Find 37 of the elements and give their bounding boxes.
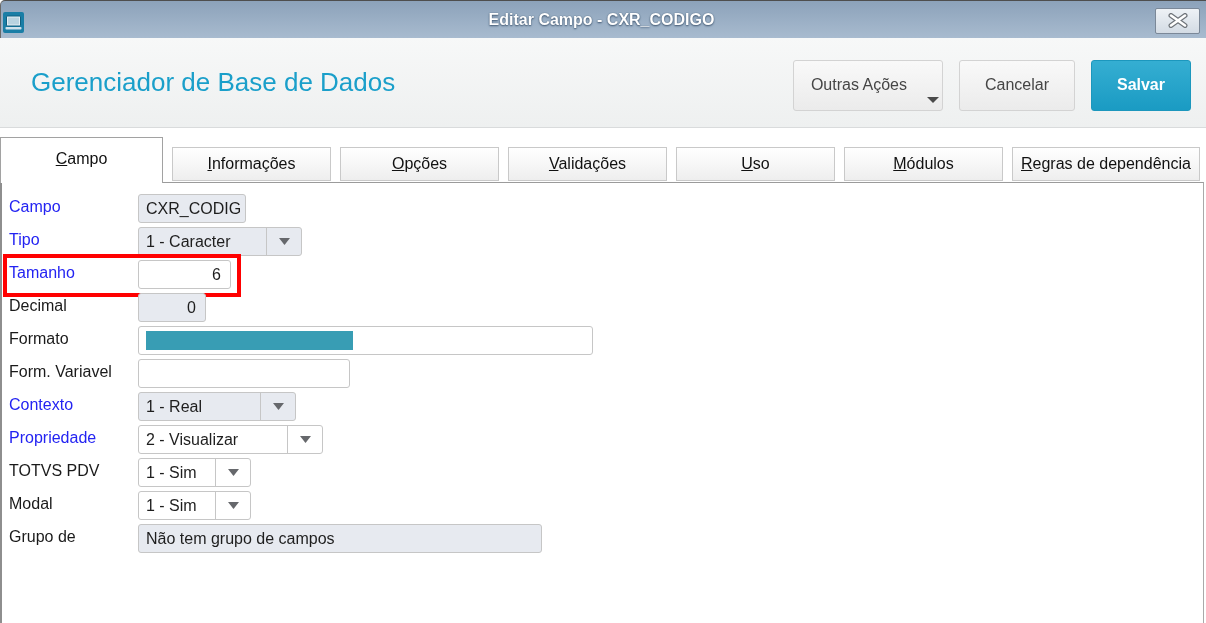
- tab[interactable]: Módulos: [844, 147, 1003, 181]
- text-input[interactable]: [138, 359, 350, 388]
- close-button[interactable]: [1155, 7, 1200, 34]
- cancel-button[interactable]: Cancelar: [958, 59, 1075, 111]
- field-label: Campo: [9, 198, 62, 216]
- field-label: Tipo: [9, 231, 41, 249]
- dropdown[interactable]: 1 - Sim: [138, 458, 251, 487]
- number-input[interactable]: 6: [138, 260, 231, 289]
- close-icon: [1167, 13, 1188, 28]
- caret-down-icon: [926, 96, 939, 103]
- field-label: Contexto: [9, 396, 75, 414]
- field-label: TOTVS PDV: [9, 462, 101, 480]
- caret-down-icon: [227, 502, 239, 509]
- field-label: Propriedade: [9, 429, 98, 447]
- window-title: Editar Campo - CXR_CODIGO: [488, 10, 715, 29]
- tab[interactable]: Validações: [508, 147, 667, 181]
- caret-down-icon: [299, 436, 311, 443]
- field-label: Decimal: [9, 297, 68, 315]
- field-label: Formato: [9, 330, 70, 348]
- field-label: Form. Variavel: [9, 363, 113, 381]
- app-title: Gerenciador de Base de Dados: [31, 67, 396, 98]
- tab[interactable]: Opções: [340, 147, 499, 181]
- tab[interactable]: Uso: [676, 147, 835, 181]
- dropdown[interactable]: 1 - Sim: [138, 491, 251, 520]
- monitor-icon: [3, 12, 24, 33]
- more-actions-button[interactable]: Outras Ações: [792, 59, 943, 111]
- caret-down-icon: [278, 238, 290, 245]
- field-label: Modal: [9, 495, 54, 513]
- tab[interactable]: Campo: [0, 137, 163, 183]
- text-input[interactable]: [138, 326, 593, 355]
- dropdown[interactable]: 2 - Visualizar: [138, 425, 323, 454]
- caret-down-icon: [272, 403, 284, 410]
- caret-down-icon: [227, 469, 239, 476]
- tab[interactable]: Informações: [172, 147, 331, 181]
- tab[interactable]: Regras de dependência: [1012, 147, 1200, 181]
- field-label: Tamanho: [9, 264, 76, 282]
- field-label: Grupo de: [9, 528, 77, 546]
